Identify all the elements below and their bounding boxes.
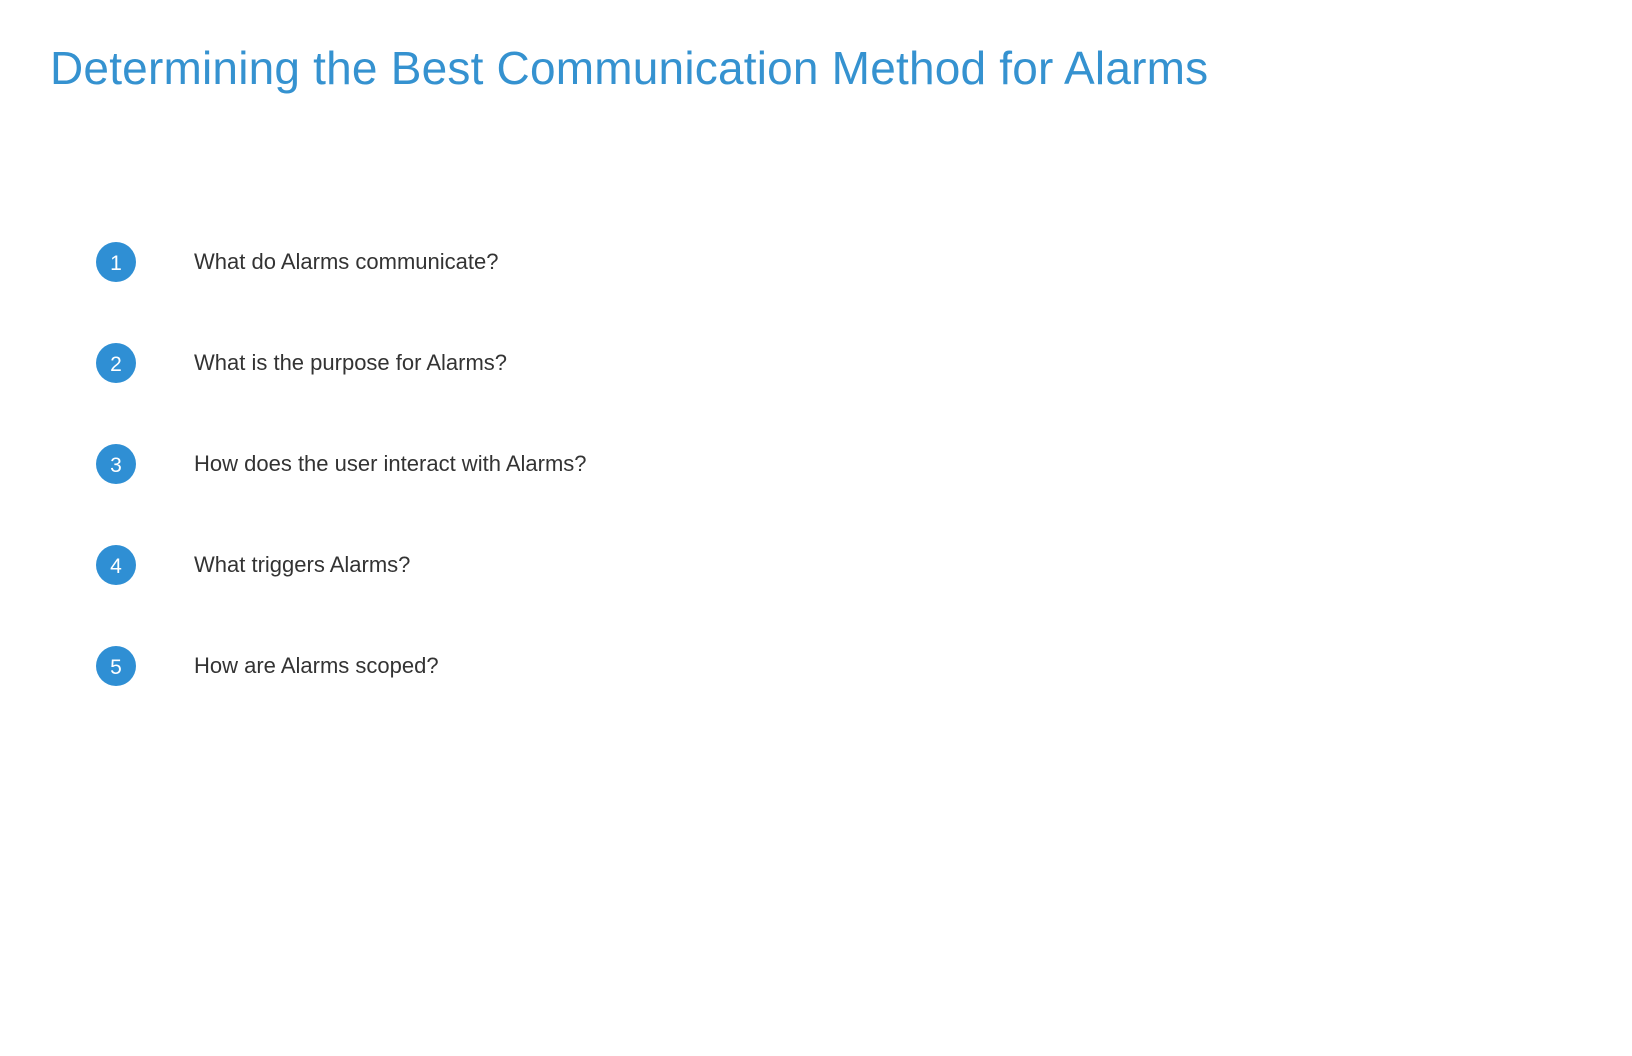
slide: Determining the Best Communication Metho…: [0, 0, 1632, 1056]
question-item-4: 4 What triggers Alarms?: [96, 545, 587, 585]
number-badge: 3: [96, 444, 136, 484]
question-item-2: 2 What is the purpose for Alarms?: [96, 343, 587, 383]
question-text: How does the user interact with Alarms?: [194, 451, 587, 476]
number-badge: 2: [96, 343, 136, 383]
number-badge: 1: [96, 242, 136, 282]
question-text: What triggers Alarms?: [194, 552, 411, 577]
question-list: 1 What do Alarms communicate? 2 What is …: [96, 242, 587, 686]
question-item-5: 5 How are Alarms scoped?: [96, 646, 587, 686]
question-text: What do Alarms communicate?: [194, 249, 499, 274]
question-item-1: 1 What do Alarms communicate?: [96, 242, 587, 282]
number-badge: 4: [96, 545, 136, 585]
slide-title: Determining the Best Communication Metho…: [50, 42, 1209, 94]
question-text: What is the purpose for Alarms?: [194, 350, 508, 375]
number-badge: 5: [96, 646, 136, 686]
question-item-3: 3 How does the user interact with Alarms…: [96, 444, 587, 484]
question-text: How are Alarms scoped?: [194, 653, 439, 678]
